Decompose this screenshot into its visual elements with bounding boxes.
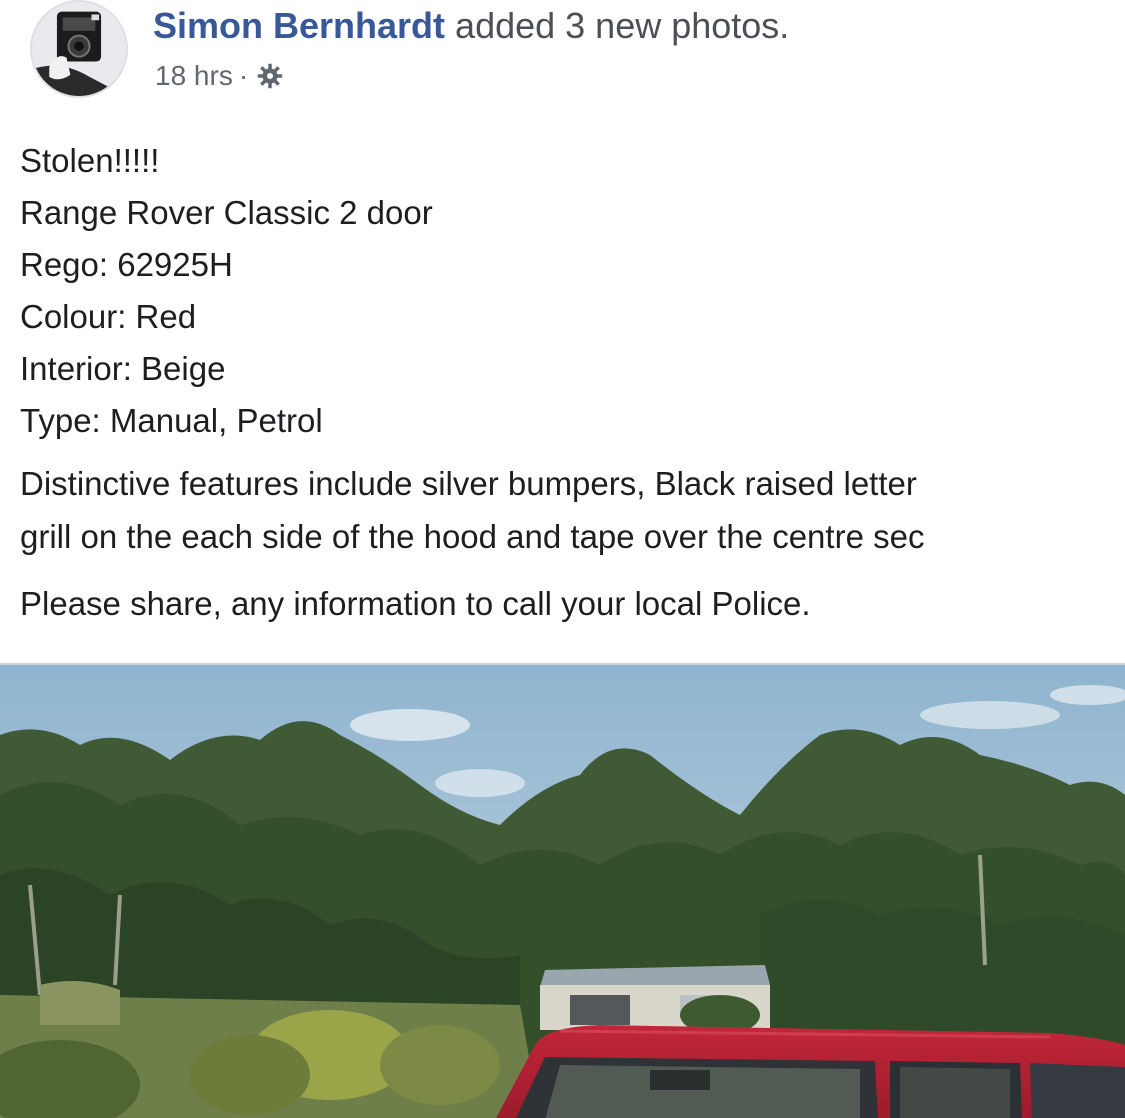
features-line-2: grill on the each side of the hood and t…	[20, 518, 925, 555]
features-line-1: Distinctive features include silver bump…	[20, 465, 917, 502]
gear-icon[interactable]	[256, 62, 284, 90]
post-line-rego: Rego: 62925H	[20, 246, 233, 283]
stolen-car-photo	[0, 665, 1125, 1118]
closing-line: Please share, any information to call yo…	[20, 585, 811, 622]
post-line-colour: Colour: Red	[20, 298, 197, 335]
avatar-photo	[32, 2, 126, 96]
post-line-type: Type: Manual, Petrol	[20, 402, 323, 439]
avatar[interactable]	[30, 0, 128, 98]
post-meta: 18 hrs ·	[155, 58, 284, 94]
meta-separator: ·	[238, 60, 249, 91]
facebook-post: Simon Bernhardt added 3 new photos. 18 h…	[0, 0, 1125, 1118]
post-line-vehicle: Range Rover Classic 2 door	[20, 194, 433, 231]
closing-paragraph: Please share, any information to call yo…	[20, 577, 1125, 630]
author-name-link[interactable]: Simon Bernhardt	[153, 5, 445, 46]
post-line-interior: Interior: Beige	[20, 350, 226, 387]
post-timestamp[interactable]: 18 hrs	[155, 58, 233, 94]
features-paragraph: Distinctive features include silver bump…	[20, 457, 1125, 563]
post-body: Stolen!!!!! Range Rover Classic 2 door R…	[20, 135, 1125, 630]
post-photo[interactable]	[0, 663, 1125, 1118]
post-line-stolen: Stolen!!!!!	[20, 142, 160, 179]
author-line: Simon Bernhardt added 3 new photos.	[153, 6, 789, 46]
post-header: Simon Bernhardt added 3 new photos. 18 h…	[0, 0, 1125, 110]
post-action-text: added 3 new photos.	[455, 5, 790, 46]
